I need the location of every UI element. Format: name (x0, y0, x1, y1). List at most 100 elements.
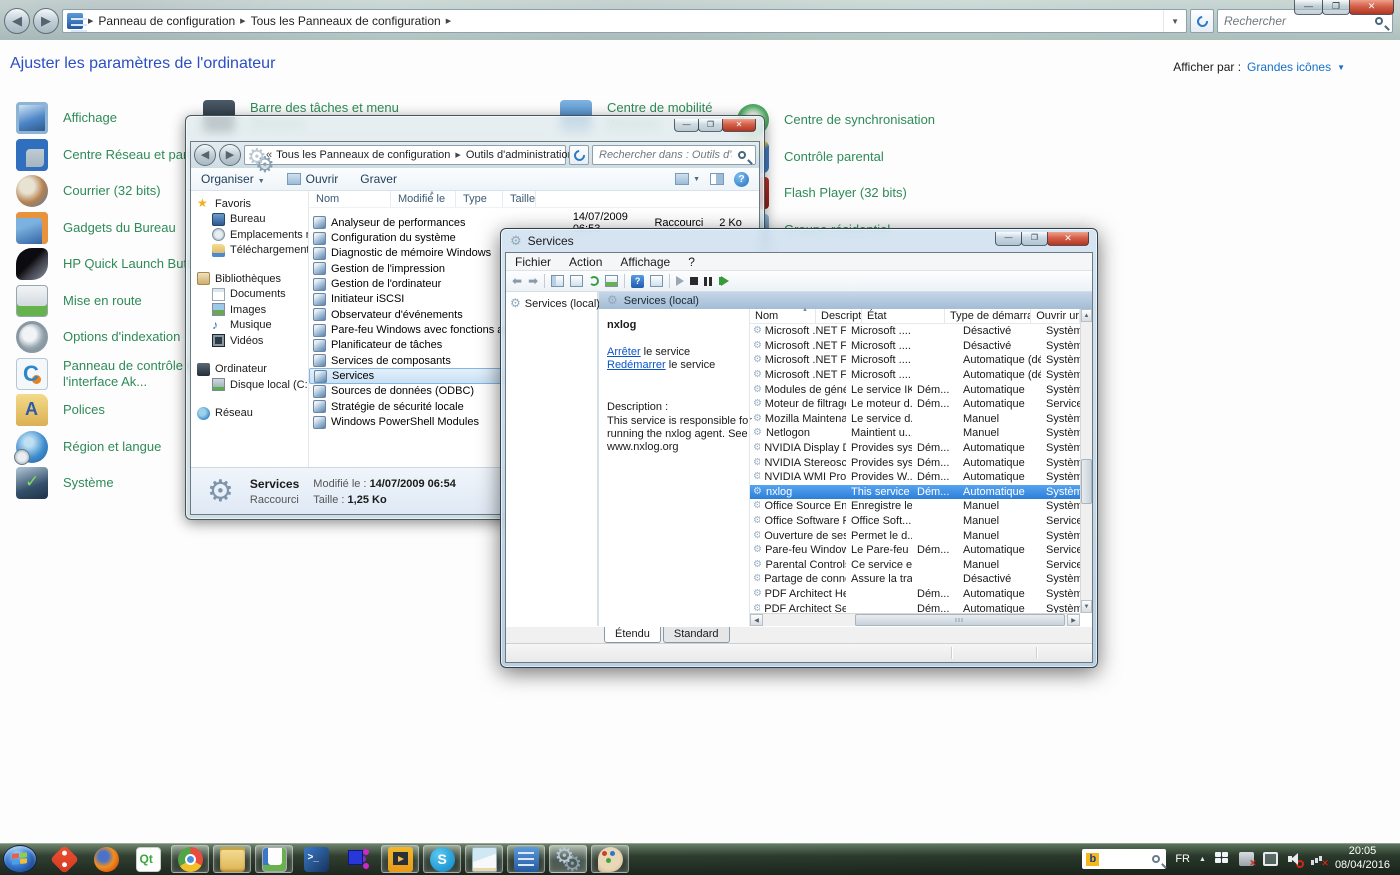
show-hidden-icons-button[interactable]: ▲ (1199, 856, 1206, 863)
help-button[interactable]: ? (734, 172, 749, 187)
sidebar-item[interactable]: Musique (191, 318, 308, 334)
scroll-up-icon[interactable]: ▲ (1081, 309, 1092, 322)
scroll-down-icon[interactable]: ▼ (1081, 600, 1092, 613)
horizontal-scrollbar[interactable]: ◀ ▶ (750, 613, 1080, 626)
minimize-button[interactable]: — (674, 119, 699, 132)
taskbar-app-button[interactable] (465, 845, 503, 873)
taskbar-app-button[interactable] (591, 845, 629, 873)
service-row[interactable]: ⚙Microsoft .NET Fr... Microsoft .... Aut… (750, 353, 1080, 368)
services-title-bar[interactable]: ⚙ Services — ❐ ✕ (501, 229, 1097, 252)
taskbar-app-button[interactable] (507, 845, 545, 873)
minimize-button[interactable]: — (995, 232, 1022, 246)
scroll-right-icon[interactable]: ▶ (1067, 614, 1080, 626)
menu-item[interactable]: Fichier (506, 255, 560, 269)
forward-icon[interactable]: ➡ (528, 274, 538, 288)
action-center-icon[interactable] (1215, 852, 1230, 866)
service-row[interactable]: ⚙NVIDIA WMI Provi... Provides W... Dém..… (750, 470, 1080, 485)
refresh-icon[interactable] (589, 276, 599, 286)
sidebar-item[interactable]: Téléchargements (191, 243, 308, 259)
network-status-icon[interactable] (1311, 852, 1326, 866)
sidebar-item[interactable]: Documents (191, 287, 308, 303)
stop-service-icon[interactable] (690, 277, 698, 285)
service-row[interactable]: ⚙Microsoft .NET Fr... Microsoft .... Dés… (750, 339, 1080, 354)
column-header[interactable]: État (862, 309, 945, 323)
view-tab[interactable]: Standard (663, 627, 730, 643)
breadcrumb-item[interactable]: Tous les Panneaux de configuration (251, 14, 441, 28)
explorer-search[interactable] (592, 145, 756, 165)
service-row[interactable]: ⚙Office Software Pr... Office Soft... Ma… (750, 514, 1080, 529)
taskbar-app-button[interactable] (381, 845, 419, 873)
taskbar-app-button[interactable] (129, 845, 167, 873)
tree-item-services-local[interactable]: ⚙ Services (local) (510, 297, 593, 310)
update-alert-icon[interactable] (1239, 852, 1254, 866)
service-row[interactable]: ⚙NVIDIA Display Dri... Provides sys... D… (750, 441, 1080, 456)
breadcrumb-item[interactable]: Panneau de configuration (98, 14, 235, 28)
sidebar-item[interactable]: Bibliothèques (191, 271, 308, 287)
restart-service-icon[interactable] (721, 276, 729, 286)
scroll-left-icon[interactable]: ◀ (750, 614, 763, 626)
close-button[interactable]: ✕ (1349, 0, 1394, 15)
preview-pane-button[interactable] (710, 173, 724, 185)
forward-button[interactable]: ▶ (219, 144, 241, 166)
breadcrumb[interactable]: ▶ Panneau de configuration ▶ Tous les Pa… (62, 9, 1187, 33)
sidebar-item[interactable]: Emplacements récen (191, 227, 308, 243)
burn-button[interactable]: Graver (360, 172, 397, 186)
menu-item[interactable]: ? (679, 255, 704, 269)
service-row[interactable]: ⚙Parental Controls Ce service e... Manue… (750, 558, 1080, 573)
sidebar-item[interactable]: Bureau (191, 212, 308, 228)
service-row[interactable]: ⚙PDF Architect Serv... Dém... Automatiqu… (750, 601, 1080, 613)
service-row[interactable]: ⚙Partage de connex... Assure la tra... D… (750, 572, 1080, 587)
open-button[interactable]: Ouvrir (287, 172, 339, 186)
explorer-title-bar[interactable]: — ❐ ✕ (186, 116, 764, 141)
column-header[interactable]: Nom (309, 191, 391, 207)
service-row[interactable]: ⚙PDF Architect Hel... Dém... Automatique… (750, 587, 1080, 602)
taskbar-app-button[interactable] (423, 845, 461, 873)
stop-service-link[interactable]: Arrêter (607, 346, 641, 358)
control-panel-item[interactable]: Contrôle parental (737, 139, 954, 176)
service-row[interactable]: ⚙Mozilla Maintena... Le service d... Man… (750, 412, 1080, 427)
service-row[interactable]: ⚙nxlog This service ... Dém... Automatiq… (750, 485, 1080, 500)
pause-service-icon[interactable] (704, 277, 712, 286)
service-row[interactable]: ⚙Office Source Eng... Enregistre le... M… (750, 499, 1080, 514)
refresh-button[interactable] (1190, 9, 1214, 33)
maximize-button[interactable]: ❐ (1021, 232, 1048, 246)
help-icon[interactable]: ? (631, 275, 644, 288)
export-icon[interactable] (605, 275, 618, 287)
column-header[interactable]: Type (456, 191, 503, 207)
menu-item[interactable]: Affichage (611, 255, 679, 269)
column-header[interactable]: Taille (503, 191, 536, 207)
menu-item[interactable]: Action (560, 255, 611, 269)
language-indicator[interactable]: FR (1175, 853, 1190, 865)
breadcrumb[interactable]: « Tous les Panneaux de configuration ▶ O… (244, 145, 566, 165)
taskbar-app-button[interactable] (45, 845, 83, 873)
taskbar-app-button[interactable] (171, 845, 209, 873)
sidebar-item[interactable]: Favoris (191, 196, 308, 212)
service-row[interactable]: ⚙Moteur de filtrage... Le moteur d... Dé… (750, 397, 1080, 412)
column-header[interactable]: Description (816, 309, 862, 323)
view-by-caret-icon[interactable]: ▼ (1337, 63, 1345, 72)
sidebar-item[interactable]: Ordinateur (191, 362, 308, 378)
show-console-tree-icon[interactable] (551, 275, 564, 287)
properties-icon[interactable] (650, 275, 663, 287)
taskbar-app-button[interactable] (87, 845, 125, 873)
control-panel-item[interactable]: Centre de synchronisation (737, 102, 954, 139)
views-button[interactable]: ▼ (675, 173, 700, 185)
view-tab[interactable]: Étendu (604, 627, 661, 643)
taskbar-search-box[interactable]: b (1082, 849, 1166, 869)
search-input[interactable] (593, 149, 738, 161)
service-row[interactable]: ⚙Modules de génér... Le service IK... Dé… (750, 382, 1080, 397)
taskbar-app-button[interactable] (549, 845, 587, 873)
vertical-scrollbar[interactable]: ▲ ▼ (1080, 309, 1092, 613)
taskbar-app-button[interactable] (297, 845, 335, 873)
export-list-icon[interactable] (570, 275, 583, 287)
close-button[interactable]: ✕ (1047, 232, 1089, 246)
search-input[interactable] (1218, 14, 1375, 28)
start-button[interactable] (3, 845, 37, 873)
display-tray-icon[interactable] (1263, 852, 1278, 866)
service-row[interactable]: ⚙Pare-feu Windows Le Pare-feu ... Dém...… (750, 543, 1080, 558)
restart-service-link[interactable]: Redémarrer (607, 359, 666, 371)
address-dropdown-icon[interactable]: ▼ (1163, 10, 1186, 32)
taskbar-app-button[interactable] (213, 845, 251, 873)
start-service-icon[interactable] (676, 276, 684, 286)
back-button[interactable]: ◀ (194, 144, 216, 166)
